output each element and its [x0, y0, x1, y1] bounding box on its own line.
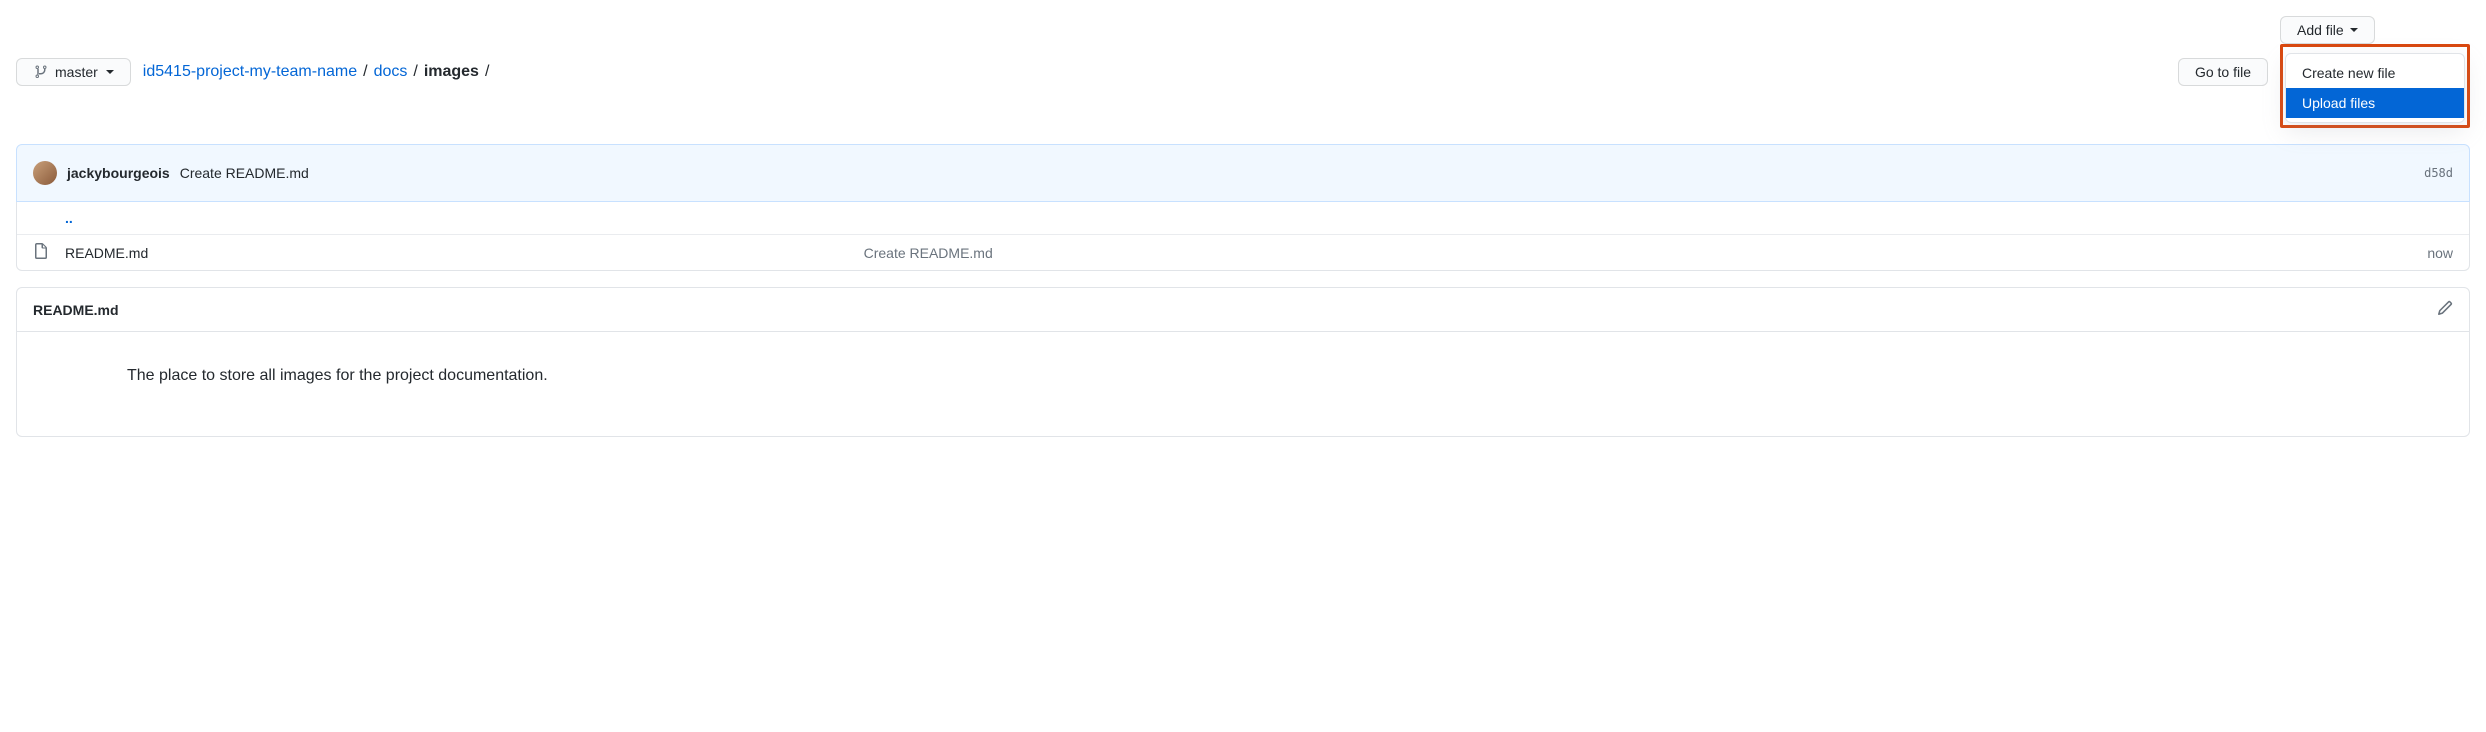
file-row: README.md Create README.md now: [17, 234, 2469, 270]
readme-box: README.md The place to store all images …: [16, 287, 2470, 437]
go-to-file-button[interactable]: Go to file: [2178, 58, 2268, 86]
caret-down-icon: [2350, 28, 2358, 32]
git-branch-icon: [33, 64, 49, 80]
add-file-label: Add file: [2297, 22, 2344, 38]
commit-message[interactable]: Create README.md: [180, 165, 309, 181]
readme-body: The place to store all images for the pr…: [17, 332, 2469, 436]
file-name-link[interactable]: README.md: [65, 245, 148, 261]
breadcrumb-separator: /: [363, 63, 367, 81]
breadcrumb-separator: /: [413, 63, 417, 81]
latest-commit-bar: jackybourgeois Create README.md d58d: [16, 144, 2470, 202]
commit-author[interactable]: jackybourgeois: [67, 165, 170, 181]
create-new-file-item[interactable]: Create new file: [2286, 58, 2464, 88]
upload-files-item[interactable]: Upload files: [2286, 88, 2464, 118]
breadcrumb-path-link[interactable]: docs: [374, 63, 408, 81]
add-file-button[interactable]: Add file: [2280, 16, 2375, 44]
commit-sha[interactable]: d58d: [2424, 166, 2453, 180]
branch-label: master: [55, 64, 98, 80]
avatar[interactable]: [33, 161, 57, 185]
branch-selector-button[interactable]: master: [16, 58, 131, 86]
parent-directory-row[interactable]: ..: [17, 202, 2469, 234]
breadcrumb-repo-link[interactable]: id5415-project-my-team-name: [143, 63, 357, 81]
breadcrumb: id5415-project-my-team-name / docs / ima…: [143, 63, 492, 81]
file-time: now: [2427, 245, 2453, 261]
parent-directory-link[interactable]: ..: [65, 210, 73, 226]
file-list: .. README.md Create README.md now: [16, 202, 2470, 271]
file-icon: [33, 243, 49, 262]
readme-title: README.md: [33, 302, 119, 318]
file-commit-link[interactable]: Create README.md: [864, 245, 993, 261]
breadcrumb-current: images: [424, 63, 479, 81]
pencil-icon[interactable]: [2437, 300, 2453, 319]
caret-down-icon: [106, 70, 114, 74]
breadcrumb-separator: /: [485, 63, 489, 81]
add-file-dropdown: Create new file Upload files: [2285, 53, 2465, 123]
